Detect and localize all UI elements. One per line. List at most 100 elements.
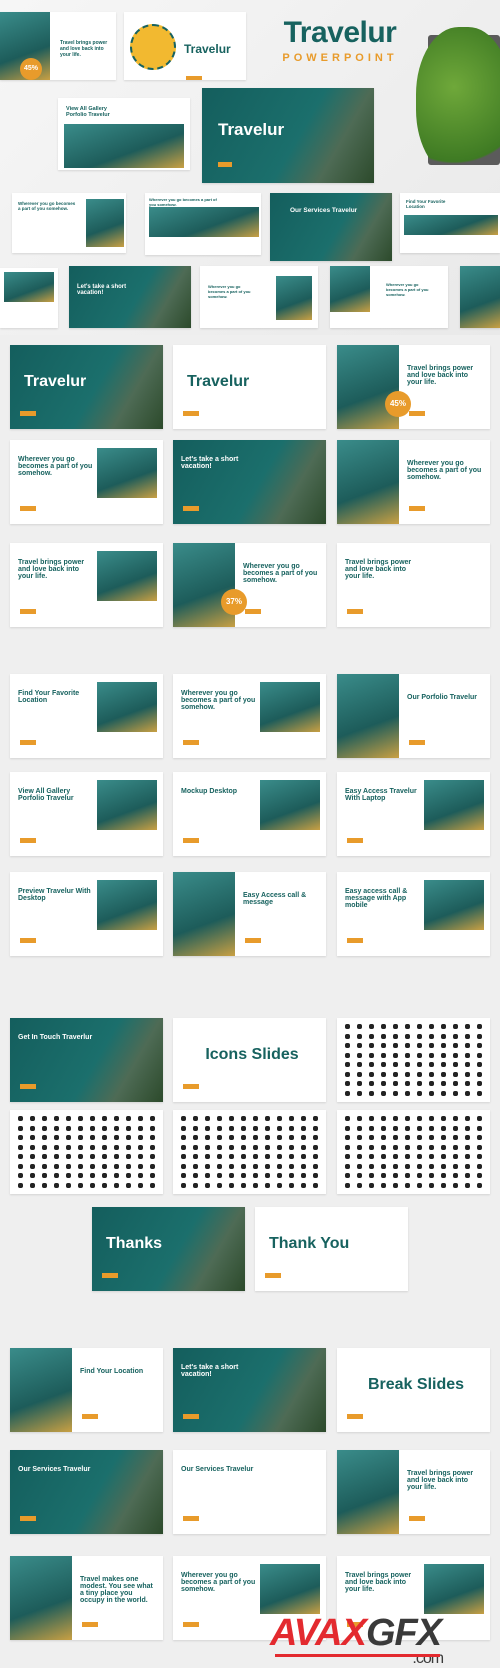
slide-thumbnail[interactable]: Wherever you go becomes a part of you so…	[173, 543, 326, 627]
slide-thumbnail[interactable]: Thank You	[255, 1207, 408, 1291]
slide-title: Wherever you go becomes a part of you so…	[181, 690, 256, 711]
icon-glyph	[417, 1154, 423, 1160]
slide-thumbnail[interactable]: Icons Slides	[173, 1018, 326, 1102]
icon-glyph	[277, 1116, 283, 1122]
icon-glyph	[441, 1024, 447, 1030]
icon-glyph	[465, 1173, 471, 1179]
slide-thumbnail[interactable]	[337, 1110, 490, 1194]
slide-thumbnail[interactable]: Wherever you go becomes a part of you so…	[337, 440, 490, 524]
slide-photo	[97, 551, 157, 601]
icon-glyph	[380, 1182, 386, 1188]
icon-glyph	[192, 1182, 198, 1188]
slide-thumbnail[interactable]: Easy Access call & message	[173, 872, 326, 956]
slide-title: Our Services Travelur	[18, 1466, 91, 1473]
slide-thumbnail[interactable]: Thanks	[92, 1207, 245, 1291]
slide-title: Easy Access call & message	[243, 892, 307, 906]
slide-thumbnail[interactable]: Preview Travelur With Desktop	[10, 872, 163, 956]
icon-glyph	[65, 1116, 71, 1122]
slide-title: Wherever you go becomes a part of you so…	[386, 282, 429, 297]
slide-thumbnail[interactable]	[173, 1110, 326, 1194]
slide-thumbnail[interactable]: Travelur	[10, 345, 163, 429]
icon-glyph	[102, 1154, 108, 1160]
slide-title: Travel makes one modest. You see what a …	[80, 1576, 153, 1604]
slide-thumbnail[interactable]: Travel makes one modest. You see what a …	[10, 1556, 163, 1640]
icon-glyph	[344, 1182, 350, 1188]
icon-glyph	[368, 1090, 374, 1096]
slide-button	[102, 1273, 118, 1278]
slide-photo	[10, 1348, 72, 1432]
slide-button	[20, 740, 36, 745]
icon-glyph	[380, 1163, 386, 1169]
icon-glyph	[380, 1043, 386, 1049]
icon-glyph	[429, 1116, 435, 1122]
slide-thumbnail[interactable]: Get In Touch Traverlur	[10, 1018, 163, 1102]
icon-glyph	[477, 1081, 483, 1087]
slide-thumbnail[interactable]: Let's take a short vacation!	[173, 440, 326, 524]
slide-thumbnail[interactable]: Find Your Location	[10, 1348, 163, 1432]
icon-glyph	[313, 1154, 319, 1160]
icon-glyph	[253, 1135, 259, 1141]
icon-glyph	[240, 1154, 246, 1160]
icon-glyph	[404, 1135, 410, 1141]
icon-glyph	[429, 1071, 435, 1077]
slide-thumbnail[interactable]	[10, 1110, 163, 1194]
icon-glyph	[180, 1144, 186, 1150]
icon-glyph	[429, 1090, 435, 1096]
icon-glyph	[453, 1043, 459, 1049]
icon-glyph	[465, 1043, 471, 1049]
slide-thumbnail[interactable]: Break Slides	[337, 1348, 490, 1432]
watermark-com: .com	[412, 1650, 444, 1667]
slide-thumbnail[interactable]: Find Your Favorite Location	[10, 674, 163, 758]
slide-thumbnail[interactable]: Wherever you go becomes a part of you so…	[173, 674, 326, 758]
icon-glyph	[289, 1154, 295, 1160]
slide-button	[409, 411, 425, 416]
icon-glyph	[65, 1173, 71, 1179]
slide-thumbnail[interactable]: Our Porfolio Travelur	[337, 674, 490, 758]
slide-thumbnail[interactable]: Travel brings power and love back into y…	[337, 543, 490, 627]
slide-title: Travel brings power and love back into y…	[345, 1572, 412, 1593]
slide-thumbnail[interactable]: Wherever you go becomes a part of you so…	[10, 440, 163, 524]
icon-glyph	[429, 1135, 435, 1141]
icon-glyph	[102, 1135, 108, 1141]
icon-glyph	[380, 1033, 386, 1039]
slide-thumbnail[interactable]: Easy Access Travelur With Laptop	[337, 772, 490, 856]
icon-glyph	[380, 1024, 386, 1030]
slide-thumbnail[interactable]	[337, 1018, 490, 1102]
icon-glyph	[356, 1163, 362, 1169]
icon-glyph	[380, 1173, 386, 1179]
icon-glyph	[53, 1182, 59, 1188]
icon-glyph	[404, 1125, 410, 1131]
icon-glyph	[417, 1090, 423, 1096]
icon-glyph	[453, 1182, 459, 1188]
icon-glyph	[301, 1163, 307, 1169]
slide-thumbnail[interactable]: View All Gallery Porfolio Travelur	[10, 772, 163, 856]
slide-thumbnail[interactable]: Travel brings power and love back into y…	[337, 345, 490, 429]
slide-thumbnail[interactable]: Travel brings power and love back into y…	[10, 543, 163, 627]
icon-glyph	[477, 1125, 483, 1131]
icon-glyph	[417, 1182, 423, 1188]
hero-slide-gallery: View All Gallery Porfolio Travelur	[58, 98, 190, 170]
slide-thumbnail[interactable]: Mockup Desktop	[173, 772, 326, 856]
icon-glyph	[53, 1154, 59, 1160]
slide-thumbnail[interactable]: Our Services Travelur	[10, 1450, 163, 1534]
icon-glyph	[356, 1125, 362, 1131]
icon-glyph	[313, 1144, 319, 1150]
icon-glyph	[114, 1135, 120, 1141]
slide-thumbnail[interactable]: Our Services Travelur	[173, 1450, 326, 1534]
icon-glyph	[240, 1116, 246, 1122]
slide-photo	[337, 440, 399, 524]
icon-glyph	[429, 1081, 435, 1087]
icon-glyph	[417, 1033, 423, 1039]
icon-glyph	[368, 1024, 374, 1030]
icon-glyph	[192, 1163, 198, 1169]
icon-glyph	[90, 1125, 96, 1131]
slide-title: Our Services Travelur	[181, 1466, 254, 1473]
icon-glyph	[126, 1125, 132, 1131]
icon-glyph	[380, 1052, 386, 1058]
icon-glyph	[392, 1043, 398, 1049]
slide-thumbnail[interactable]: Easy access call & message with App mobi…	[337, 872, 490, 956]
slide-thumbnail[interactable]: Travel brings power and love back into y…	[337, 1450, 490, 1534]
slide-thumbnail[interactable]: Let's take a short vacation!	[173, 1348, 326, 1432]
slide-thumbnail[interactable]: Travelur	[173, 345, 326, 429]
icon-glyph	[180, 1135, 186, 1141]
